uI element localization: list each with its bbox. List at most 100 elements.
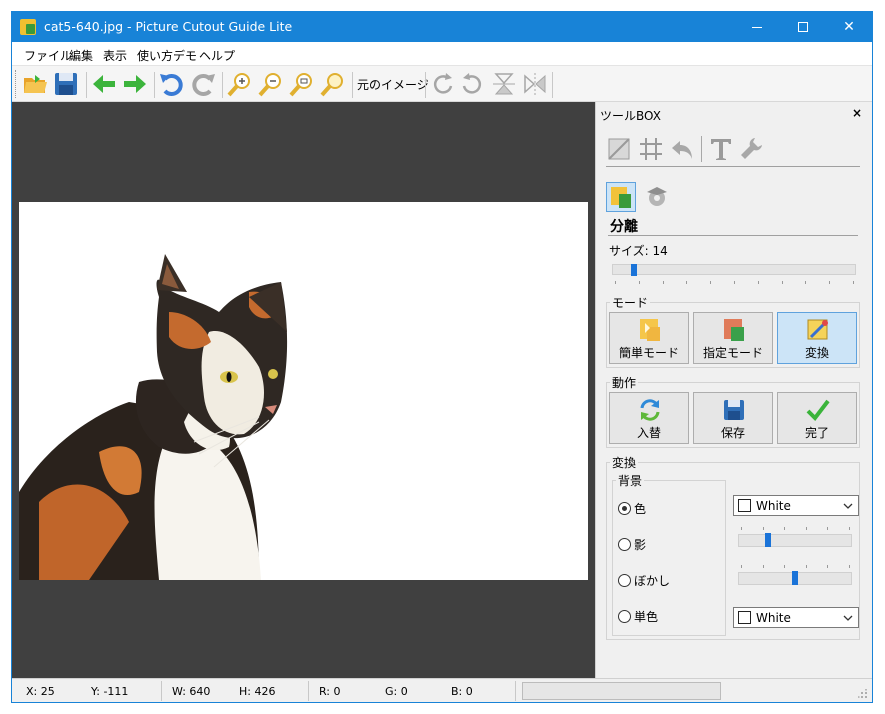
rotate-right-button[interactable] <box>428 70 456 98</box>
toolbar-separator <box>552 72 553 98</box>
easy-mode-button[interactable]: 簡単モード <box>609 312 689 364</box>
menu-bar: ファイル 編集 表示 使い方デモ ヘルプ <box>12 42 872 66</box>
status-w: W: 640 <box>172 685 211 698</box>
forward-arrow-icon <box>124 75 146 93</box>
size-slider-thumb[interactable] <box>631 264 638 276</box>
zoom-fit-button[interactable] <box>288 70 316 98</box>
radio-blur-indicator[interactable] <box>618 574 631 587</box>
graduate-tool-button[interactable] <box>644 184 670 210</box>
settings-tool-button[interactable] <box>738 136 764 162</box>
back-button[interactable] <box>90 70 118 98</box>
slider-tick <box>615 281 616 284</box>
open-folder-icon <box>24 75 47 93</box>
rotate-left-button[interactable] <box>459 70 487 98</box>
size-slider[interactable] <box>612 264 856 275</box>
slider-tick <box>829 281 831 284</box>
image-canvas[interactable] <box>19 202 588 580</box>
separate-icon <box>611 187 631 208</box>
undo-button[interactable] <box>158 70 186 98</box>
return-tool-button[interactable] <box>670 136 696 162</box>
blur-slider-thumb[interactable] <box>792 571 798 585</box>
radio-shadow-label: 影 <box>634 538 647 552</box>
redo-button[interactable] <box>189 70 217 98</box>
close-window-button[interactable]: ✕ <box>826 12 872 42</box>
specified-mode-icon <box>724 319 744 341</box>
slider-tick <box>638 281 640 284</box>
flip-horizontal-button[interactable] <box>521 70 549 98</box>
section-divider <box>608 235 858 236</box>
minimize-icon <box>752 26 762 28</box>
flip-vertical-button[interactable] <box>490 70 518 98</box>
maximize-icon <box>798 22 808 32</box>
slider-tick <box>853 281 854 284</box>
grid-tool-button[interactable] <box>638 136 664 162</box>
crop-icon <box>608 138 630 160</box>
radio-blur[interactable]: ぼかし <box>618 572 670 589</box>
slider-tick <box>762 527 764 530</box>
shadow-slider[interactable] <box>738 534 852 547</box>
radio-mono[interactable]: 単色 <box>618 608 658 625</box>
menu-help[interactable]: ヘルプ <box>199 47 235 64</box>
zoom-actual-button[interactable] <box>319 70 347 98</box>
convert-mode-label: 変換 <box>804 346 829 360</box>
toolbox-close-button[interactable]: × <box>852 106 862 120</box>
toolbox-panel: ツールBOX × 分離 サイズ: 14 モード 簡単モード 指定モード 変換 動… <box>595 102 872 678</box>
menu-demo[interactable]: 使い方デモ <box>137 47 197 64</box>
convert-group-label: 変換 <box>610 454 639 471</box>
easy-mode-icon <box>640 319 660 341</box>
chevron-down-icon <box>843 615 853 621</box>
forward-button[interactable] <box>121 70 149 98</box>
canvas-area[interactable] <box>12 102 595 678</box>
status-x: X: 25 <box>26 685 55 698</box>
finish-button[interactable]: 完了 <box>777 392 857 444</box>
slider-tick <box>741 565 742 568</box>
maximize-button[interactable] <box>780 12 826 42</box>
radio-shadow[interactable]: 影 <box>618 536 646 553</box>
zoom-in-icon <box>227 73 250 97</box>
slider-tick <box>849 565 850 568</box>
title-bar[interactable]: cat5-640.jpg - Picture Cutout Guide Lite… <box>12 12 872 42</box>
status-progress-bar <box>522 682 721 700</box>
menu-file[interactable]: ファイル <box>24 47 72 64</box>
gear-icon <box>647 187 667 206</box>
size-label: サイズ: 14 <box>609 244 668 258</box>
radio-shadow-indicator[interactable] <box>618 538 631 551</box>
radio-color-indicator[interactable] <box>618 502 631 515</box>
radio-color[interactable]: 色 <box>618 500 646 517</box>
grid-icon <box>640 138 662 160</box>
zoom-out-button[interactable] <box>257 70 285 98</box>
status-b: B: 0 <box>451 685 473 698</box>
resize-grip-icon[interactable] <box>858 689 868 699</box>
specified-mode-button[interactable]: 指定モード <box>693 312 773 364</box>
toolbox-title: ツールBOX <box>600 109 661 123</box>
toolbar-grip[interactable] <box>15 70 18 98</box>
save-button[interactable] <box>52 70 80 98</box>
background-color-combo[interactable]: White <box>733 495 859 516</box>
toolbar-separator <box>425 72 426 98</box>
slider-tick <box>757 281 759 284</box>
original-image-button[interactable]: 元のイメージ <box>357 76 429 93</box>
zoom-in-button[interactable] <box>226 70 254 98</box>
separate-tool-button[interactable] <box>606 182 636 212</box>
menu-view[interactable]: 表示 <box>103 47 127 64</box>
minimize-button[interactable] <box>734 12 780 42</box>
crop-tool-button[interactable] <box>606 136 632 162</box>
app-icon <box>20 19 36 35</box>
convert-mode-button[interactable]: 変換 <box>777 312 857 364</box>
swap-icon <box>640 399 660 421</box>
action-save-button[interactable]: 保存 <box>693 392 773 444</box>
open-button[interactable] <box>21 70 49 98</box>
radio-mono-label: 単色 <box>634 610 659 624</box>
swap-button[interactable]: 入替 <box>609 392 689 444</box>
shadow-slider-thumb[interactable] <box>765 533 771 547</box>
slider-tick <box>781 281 783 284</box>
action-save-label: 保存 <box>720 426 745 440</box>
main-toolbar: 元のイメージ <box>12 66 872 102</box>
radio-mono-indicator[interactable] <box>618 610 631 623</box>
toolbar-separator <box>86 72 87 98</box>
text-tool-button[interactable] <box>708 136 734 162</box>
mode-group-label: モード <box>610 294 651 311</box>
mono-color-combo[interactable]: White <box>733 607 859 628</box>
zoom-actual-icon <box>320 73 343 97</box>
menu-edit[interactable]: 編集 <box>69 47 93 64</box>
